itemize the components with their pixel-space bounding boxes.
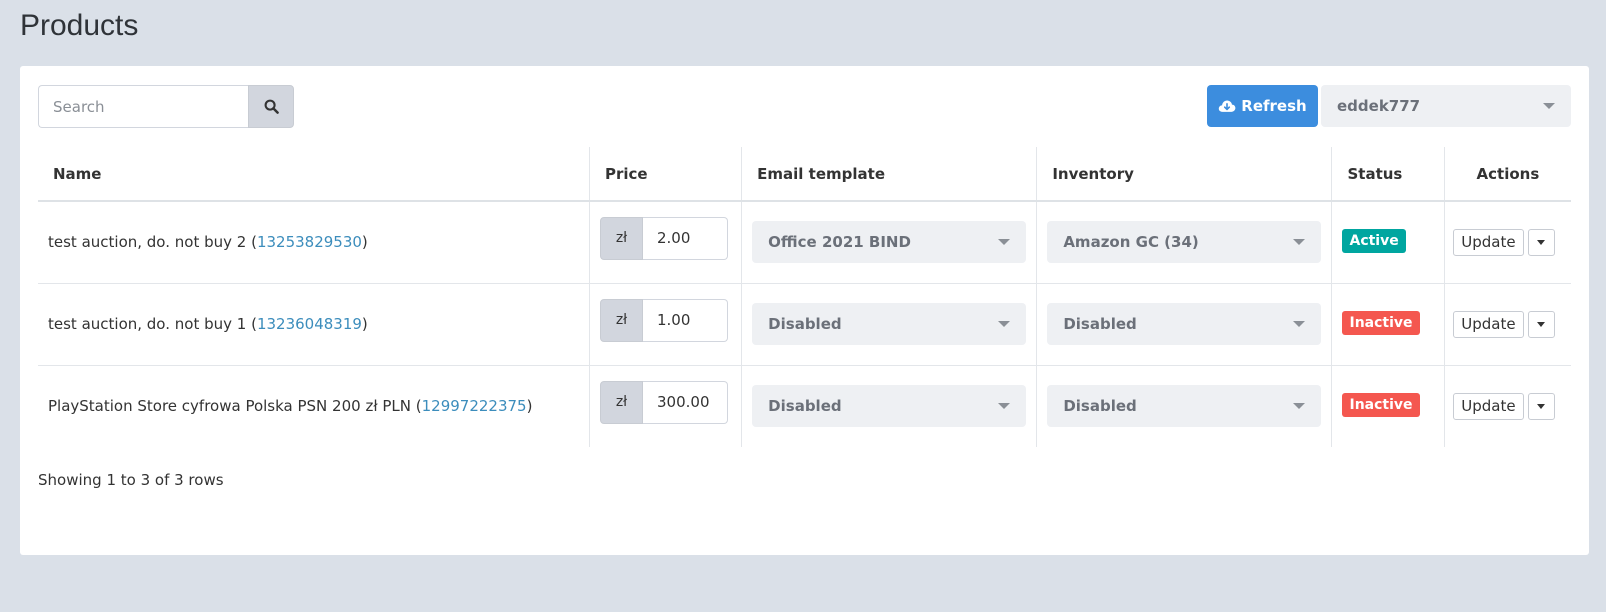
- actions-group: Update: [1447, 310, 1561, 338]
- inventory-select[interactable]: Disabled: [1047, 385, 1322, 428]
- column-header-price[interactable]: Price: [589, 147, 743, 202]
- price-group: zł: [600, 298, 731, 342]
- products-card: Refresh eddek777 Name Price Email templa…: [20, 66, 1589, 555]
- currency-addon: zł: [600, 216, 643, 260]
- refresh-button[interactable]: Refresh: [1207, 85, 1318, 127]
- cloud-download-icon: [1219, 100, 1236, 112]
- caret-down-icon: [1537, 403, 1546, 409]
- account-select[interactable]: eddek777: [1321, 85, 1571, 127]
- chevron-down-icon: [998, 403, 1011, 410]
- price-group: zł: [600, 216, 731, 260]
- inventory-cell: Disabled: [1036, 283, 1333, 366]
- email-template-select[interactable]: Office 2021 BIND: [752, 221, 1027, 264]
- chevron-down-icon: [998, 321, 1011, 327]
- price-input[interactable]: [643, 380, 728, 424]
- chevron-down-icon: [1293, 403, 1306, 410]
- email-template-cell: Disabled: [741, 365, 1038, 447]
- product-name: test auction, do. not buy 2: [48, 233, 247, 252]
- account-select-value: eddek777: [1337, 97, 1421, 115]
- more-actions-button[interactable]: [1527, 310, 1555, 338]
- price-group: zł: [600, 380, 731, 424]
- item-id-link[interactable]: 13253829530: [257, 233, 362, 251]
- inventory-value: Disabled: [1063, 397, 1137, 416]
- column-header-actions: Actions: [1444, 147, 1571, 202]
- chevron-down-icon: [1293, 321, 1306, 327]
- search-button[interactable]: [248, 85, 294, 128]
- products-table: Name Price Email template Inventory Stat…: [38, 147, 1571, 447]
- chevron-down-icon: [1293, 239, 1306, 246]
- product-name: PlayStation Store cyfrowa Polska PSN 200…: [48, 397, 411, 416]
- status-badge: Active: [1342, 229, 1406, 254]
- price-input[interactable]: [643, 216, 728, 260]
- column-header-status[interactable]: Status: [1331, 147, 1445, 202]
- product-name: test auction, do. not buy 1: [48, 315, 247, 333]
- item-id-link[interactable]: 13236048319: [257, 315, 362, 333]
- inventory-value: Amazon GC (34): [1063, 233, 1199, 252]
- item-id-link[interactable]: 12997222375: [422, 397, 527, 415]
- email-template-value: Disabled: [768, 397, 842, 416]
- column-header-email-template[interactable]: Email template: [741, 147, 1038, 202]
- price-cell: zł: [589, 201, 743, 284]
- status-cell: Inactive: [1331, 365, 1445, 447]
- page-title: Products: [20, 9, 139, 42]
- toolbar: Refresh eddek777: [38, 85, 1571, 128]
- email-template-value: Disabled: [768, 315, 842, 333]
- more-actions-button[interactable]: [1527, 392, 1555, 420]
- update-button[interactable]: Update: [1453, 228, 1524, 256]
- actions-cell: Update: [1444, 283, 1571, 366]
- inventory-cell: Disabled: [1036, 365, 1333, 447]
- table-row: test auction, do. not buy 2 (13253829530…: [38, 201, 1571, 284]
- more-actions-button[interactable]: [1527, 228, 1555, 256]
- chevron-down-icon: [998, 239, 1011, 246]
- caret-down-icon: [1537, 239, 1546, 245]
- search-group: [38, 85, 294, 128]
- inventory-select[interactable]: Amazon GC (34): [1047, 221, 1322, 264]
- actions-group: Update: [1447, 228, 1561, 256]
- chevron-down-icon: [1543, 103, 1555, 109]
- search-input[interactable]: [38, 85, 248, 128]
- update-button[interactable]: Update: [1453, 392, 1524, 420]
- actions-cell: Update: [1444, 365, 1571, 447]
- column-header-name[interactable]: Name: [38, 147, 590, 202]
- email-template-select[interactable]: Disabled: [752, 303, 1027, 345]
- product-name-cell: test auction, do. not buy 2 (13253829530…: [38, 201, 590, 284]
- column-header-inventory[interactable]: Inventory: [1036, 147, 1333, 202]
- pagination-info: Showing 1 to 3 of 3 rows: [38, 471, 224, 489]
- status-badge: Inactive: [1342, 311, 1420, 335]
- price-input[interactable]: [643, 298, 728, 342]
- product-name-cell: PlayStation Store cyfrowa Polska PSN 200…: [38, 365, 590, 447]
- search-icon: [264, 99, 279, 114]
- refresh-label: Refresh: [1241, 97, 1307, 115]
- email-template-select[interactable]: Disabled: [752, 385, 1027, 428]
- email-template-cell: Office 2021 BIND: [741, 201, 1038, 284]
- table-row: PlayStation Store cyfrowa Polska PSN 200…: [38, 365, 1571, 447]
- currency-addon: zł: [600, 298, 643, 342]
- price-cell: zł: [589, 283, 743, 366]
- inventory-value: Disabled: [1063, 315, 1137, 333]
- email-template-cell: Disabled: [741, 283, 1038, 366]
- caret-down-icon: [1537, 321, 1546, 327]
- status-badge: Inactive: [1342, 393, 1420, 418]
- status-cell: Inactive: [1331, 283, 1445, 366]
- actions-cell: Update: [1444, 201, 1571, 284]
- price-cell: zł: [589, 365, 743, 447]
- email-template-value: Office 2021 BIND: [768, 233, 911, 252]
- currency-addon: zł: [600, 380, 643, 424]
- inventory-select[interactable]: Disabled: [1047, 303, 1322, 345]
- inventory-cell: Amazon GC (34): [1036, 201, 1333, 284]
- actions-group: Update: [1447, 392, 1561, 420]
- table-row: test auction, do. not buy 1 (13236048319…: [38, 283, 1571, 366]
- status-cell: Active: [1331, 201, 1445, 284]
- update-button[interactable]: Update: [1453, 310, 1524, 338]
- table-header-row: Name Price Email template Inventory Stat…: [38, 147, 1571, 202]
- product-name-cell: test auction, do. not buy 1 (13236048319…: [38, 283, 590, 366]
